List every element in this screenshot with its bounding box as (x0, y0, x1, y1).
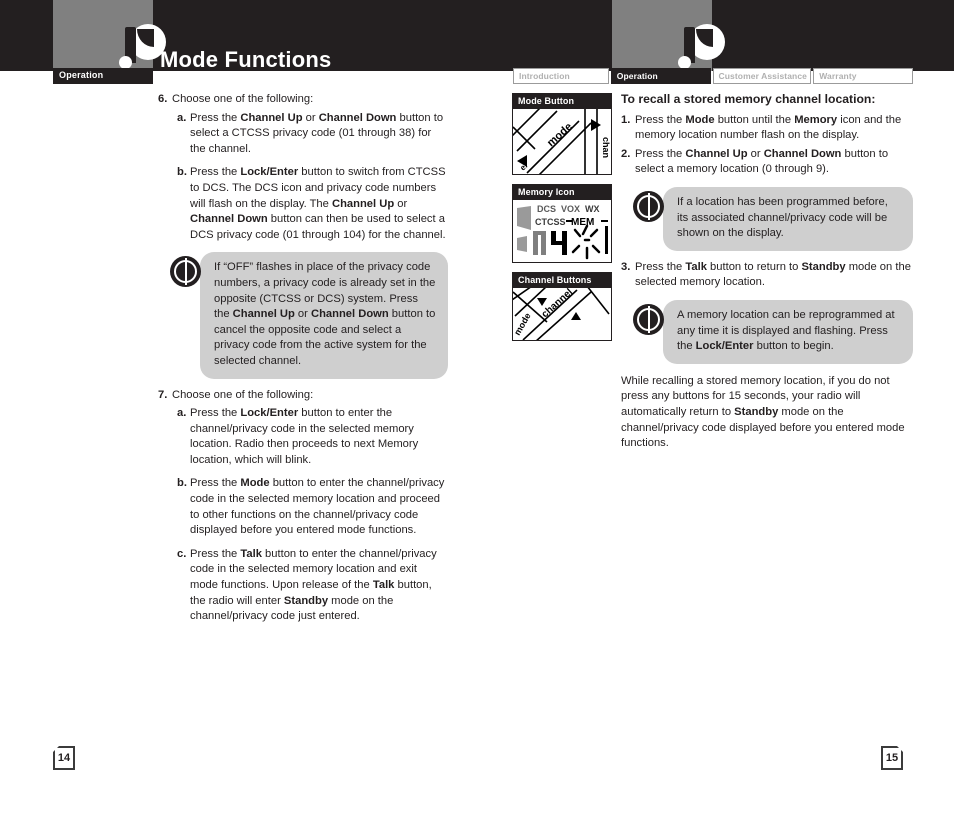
note-text: If “OFF” flashes in place of the privacy… (200, 252, 448, 379)
page-title: Mode Functions (160, 47, 332, 72)
page-number-14: 14 (53, 746, 75, 770)
step-6-marker: 6. (158, 93, 168, 105)
page-number-label: 15 (885, 752, 899, 764)
tab-operation[interactable]: Operation (610, 68, 711, 84)
right-page-subhead: To recall a stored memory channel locati… (621, 92, 876, 106)
page-fold-icon (897, 746, 903, 752)
channel-buttons-diagram: channel mode (513, 288, 611, 340)
figure-caption: Memory Icon (513, 185, 611, 200)
svg-text:VOX: VOX (561, 204, 580, 214)
mode-button-diagram: mode chan e. (513, 109, 611, 174)
tab-introduction[interactable]: Introduction (513, 68, 609, 84)
figure-channel-buttons: Channel Buttons channel mode (512, 272, 612, 341)
tab-customer-assistance[interactable]: Customer Assistance (712, 68, 812, 84)
step-7c-text: Press the Talk button to enter the chann… (190, 547, 437, 623)
figure-caption: Channel Buttons (513, 273, 611, 288)
svg-text:MEM: MEM (571, 217, 594, 228)
step-6a-marker: a. (177, 111, 187, 124)
figure-column: Mode Button mode chan e. Memory Icon DCS… (512, 93, 612, 350)
step-6a: a. Press the Channel Up or Channel Down … (158, 111, 448, 158)
page-number-label: 14 (57, 752, 71, 764)
step-6: 6. Choose one of the following: (158, 92, 448, 108)
recall-step-2: 2. Press the Channel Up or Channel Down … (621, 147, 913, 178)
step-6-text: Choose one of the following: (172, 93, 314, 105)
step-6b: b. Press the Lock/Enter button to switch… (158, 165, 448, 243)
note-privacy-code-off: If “OFF” flashes in place of the privacy… (170, 252, 448, 379)
info-power-icon (170, 256, 201, 288)
step-7b-marker: b. (177, 477, 187, 490)
step-7b: b. Press the Mode button to enter the ch… (158, 476, 448, 538)
step-6b-marker: b. (177, 166, 187, 179)
chapter-tab-operation: Operation (53, 68, 153, 84)
lcd-memory-icon: DCS VOX WX CTCSS MEM (513, 200, 611, 262)
svg-text:chan: chan (601, 137, 611, 158)
figure-caption: Mode Button (513, 94, 611, 109)
step-7-text: Choose one of the following: (172, 388, 314, 401)
recall-step-1-text: Press the Mode button until the Memory i… (635, 113, 902, 142)
recall-step-2-text: Press the Channel Up or Channel Down but… (635, 147, 889, 176)
tab-warranty[interactable]: Warranty (813, 68, 913, 84)
svg-text:CTCSS: CTCSS (535, 217, 566, 227)
recall-step-3-marker: 3. (621, 260, 631, 273)
recall-step-1-marker: 1. (621, 113, 631, 126)
page-fold-icon (53, 746, 59, 752)
page-number-15: 15 (881, 746, 903, 770)
step-7: 7. Choose one of the following: (158, 388, 448, 404)
recall-step-1: 1. Press the Mode button until the Memor… (621, 113, 913, 144)
step-7c: c. Press the Talk button to enter the ch… (158, 547, 448, 625)
recall-step-3-text: Press the Talk button to return to Stand… (635, 260, 911, 289)
figure-memory-icon: Memory Icon DCS VOX WX CTCSS MEM (512, 184, 612, 263)
note-text: A memory location can be reprogrammed at… (663, 299, 913, 364)
step-7-marker: 7. (158, 388, 168, 401)
note-reprogram-location: A memory location can be reprogrammed at… (633, 299, 913, 364)
figure-mode-button: Mode Button mode chan e. (512, 93, 612, 175)
step-7b-text: Press the Mode button to enter the chann… (190, 477, 445, 537)
info-power-icon (633, 303, 664, 335)
nav-tabs: Introduction Operation Customer Assistan… (513, 68, 913, 84)
svg-text:WX: WX (585, 204, 600, 214)
recall-step-3: 3. Press the Talk button to return to St… (621, 260, 913, 291)
left-page-content: 6. Choose one of the following: a. Press… (158, 92, 448, 633)
svg-text:DCS: DCS (537, 204, 556, 214)
closing-paragraph: While recalling a stored memory location… (621, 374, 905, 450)
recall-step-2-marker: 2. (621, 147, 631, 160)
step-6a-text: Press the Channel Up or Channel Down but… (190, 111, 444, 155)
step-7a-marker: a. (177, 407, 187, 420)
step-6b-text: Press the Lock/Enter button to switch fr… (190, 166, 446, 241)
right-page-content: To recall a stored memory channel locati… (621, 92, 913, 452)
two-way-radio-logo-right (670, 23, 730, 71)
step-7a: a. Press the Lock/Enter button to enter … (158, 406, 448, 468)
step-7a-text: Press the Lock/Enter button to enter the… (190, 407, 419, 466)
note-location-programmed: If a location has been programmed before… (633, 186, 913, 251)
step-7c-marker: c. (177, 547, 187, 560)
info-power-icon (633, 190, 664, 222)
note-text: If a location has been programmed before… (663, 186, 913, 251)
